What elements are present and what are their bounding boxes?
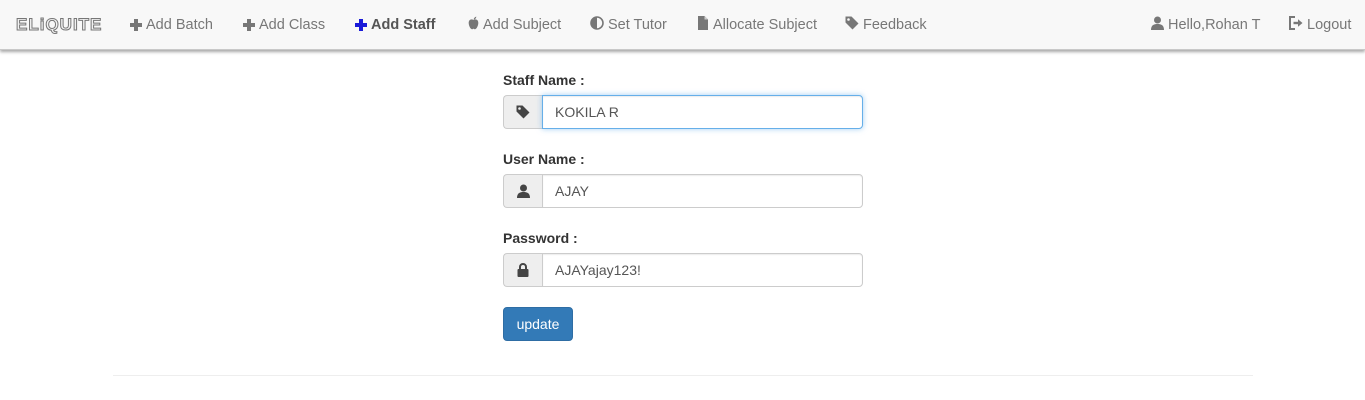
user-name-label: User Name :: [503, 151, 585, 167]
nav-allocate-subject-label: Allocate Subject: [713, 17, 817, 33]
adjust-icon: [590, 16, 604, 34]
top-navbar: ELiQUITE Add Batch Add Class Add Staff A…: [0, 0, 1365, 50]
nav-allocate-subject[interactable]: Allocate Subject: [697, 16, 817, 34]
logout-icon: [1289, 16, 1303, 34]
user-greeting-label: Hello,Rohan T: [1168, 17, 1261, 33]
nav-add-batch-label: Add Batch: [146, 17, 213, 33]
plus-icon: [243, 19, 255, 31]
nav-add-batch[interactable]: Add Batch: [130, 16, 213, 34]
nav-logout[interactable]: Logout: [1289, 16, 1351, 34]
nav-set-tutor-label: Set Tutor: [608, 17, 667, 33]
user-name-group: [503, 174, 863, 208]
nav-set-tutor[interactable]: Set Tutor: [590, 16, 667, 34]
logout-label: Logout: [1307, 17, 1352, 33]
password-label: Password :: [503, 230, 578, 246]
plus-icon: [130, 19, 142, 31]
tag-icon: [503, 95, 542, 129]
update-button[interactable]: update: [503, 307, 573, 341]
plus-icon: [355, 19, 367, 31]
password-input[interactable]: [542, 253, 863, 287]
nav-add-class-label: Add Class: [259, 17, 326, 33]
nav-feedback-label: Feedback: [863, 17, 927, 33]
nav-add-staff-label: Add Staff: [371, 17, 436, 33]
nav-user-greeting[interactable]: Hello,Rohan T: [1151, 16, 1260, 34]
footer-divider: [113, 375, 1253, 376]
staff-name-label: Staff Name :: [503, 72, 585, 88]
lock-icon: [503, 253, 542, 287]
password-group: [503, 253, 863, 287]
nav-add-subject[interactable]: Add Subject: [468, 16, 561, 34]
nav-feedback[interactable]: Feedback: [845, 16, 927, 34]
nav-add-class[interactable]: Add Class: [243, 16, 325, 34]
staff-name-input[interactable]: [542, 95, 863, 129]
user-icon: [503, 174, 542, 208]
user-name-input[interactable]: [542, 174, 863, 208]
user-icon: [1151, 16, 1164, 34]
tag-icon: [845, 16, 859, 34]
nav-add-subject-label: Add Subject: [483, 17, 562, 33]
apple-icon: [468, 16, 479, 34]
brand-logo[interactable]: ELiQUITE: [15, 15, 102, 35]
nav-add-staff[interactable]: Add Staff: [355, 16, 435, 34]
staff-name-group: [503, 95, 863, 129]
file-icon: [697, 16, 709, 34]
